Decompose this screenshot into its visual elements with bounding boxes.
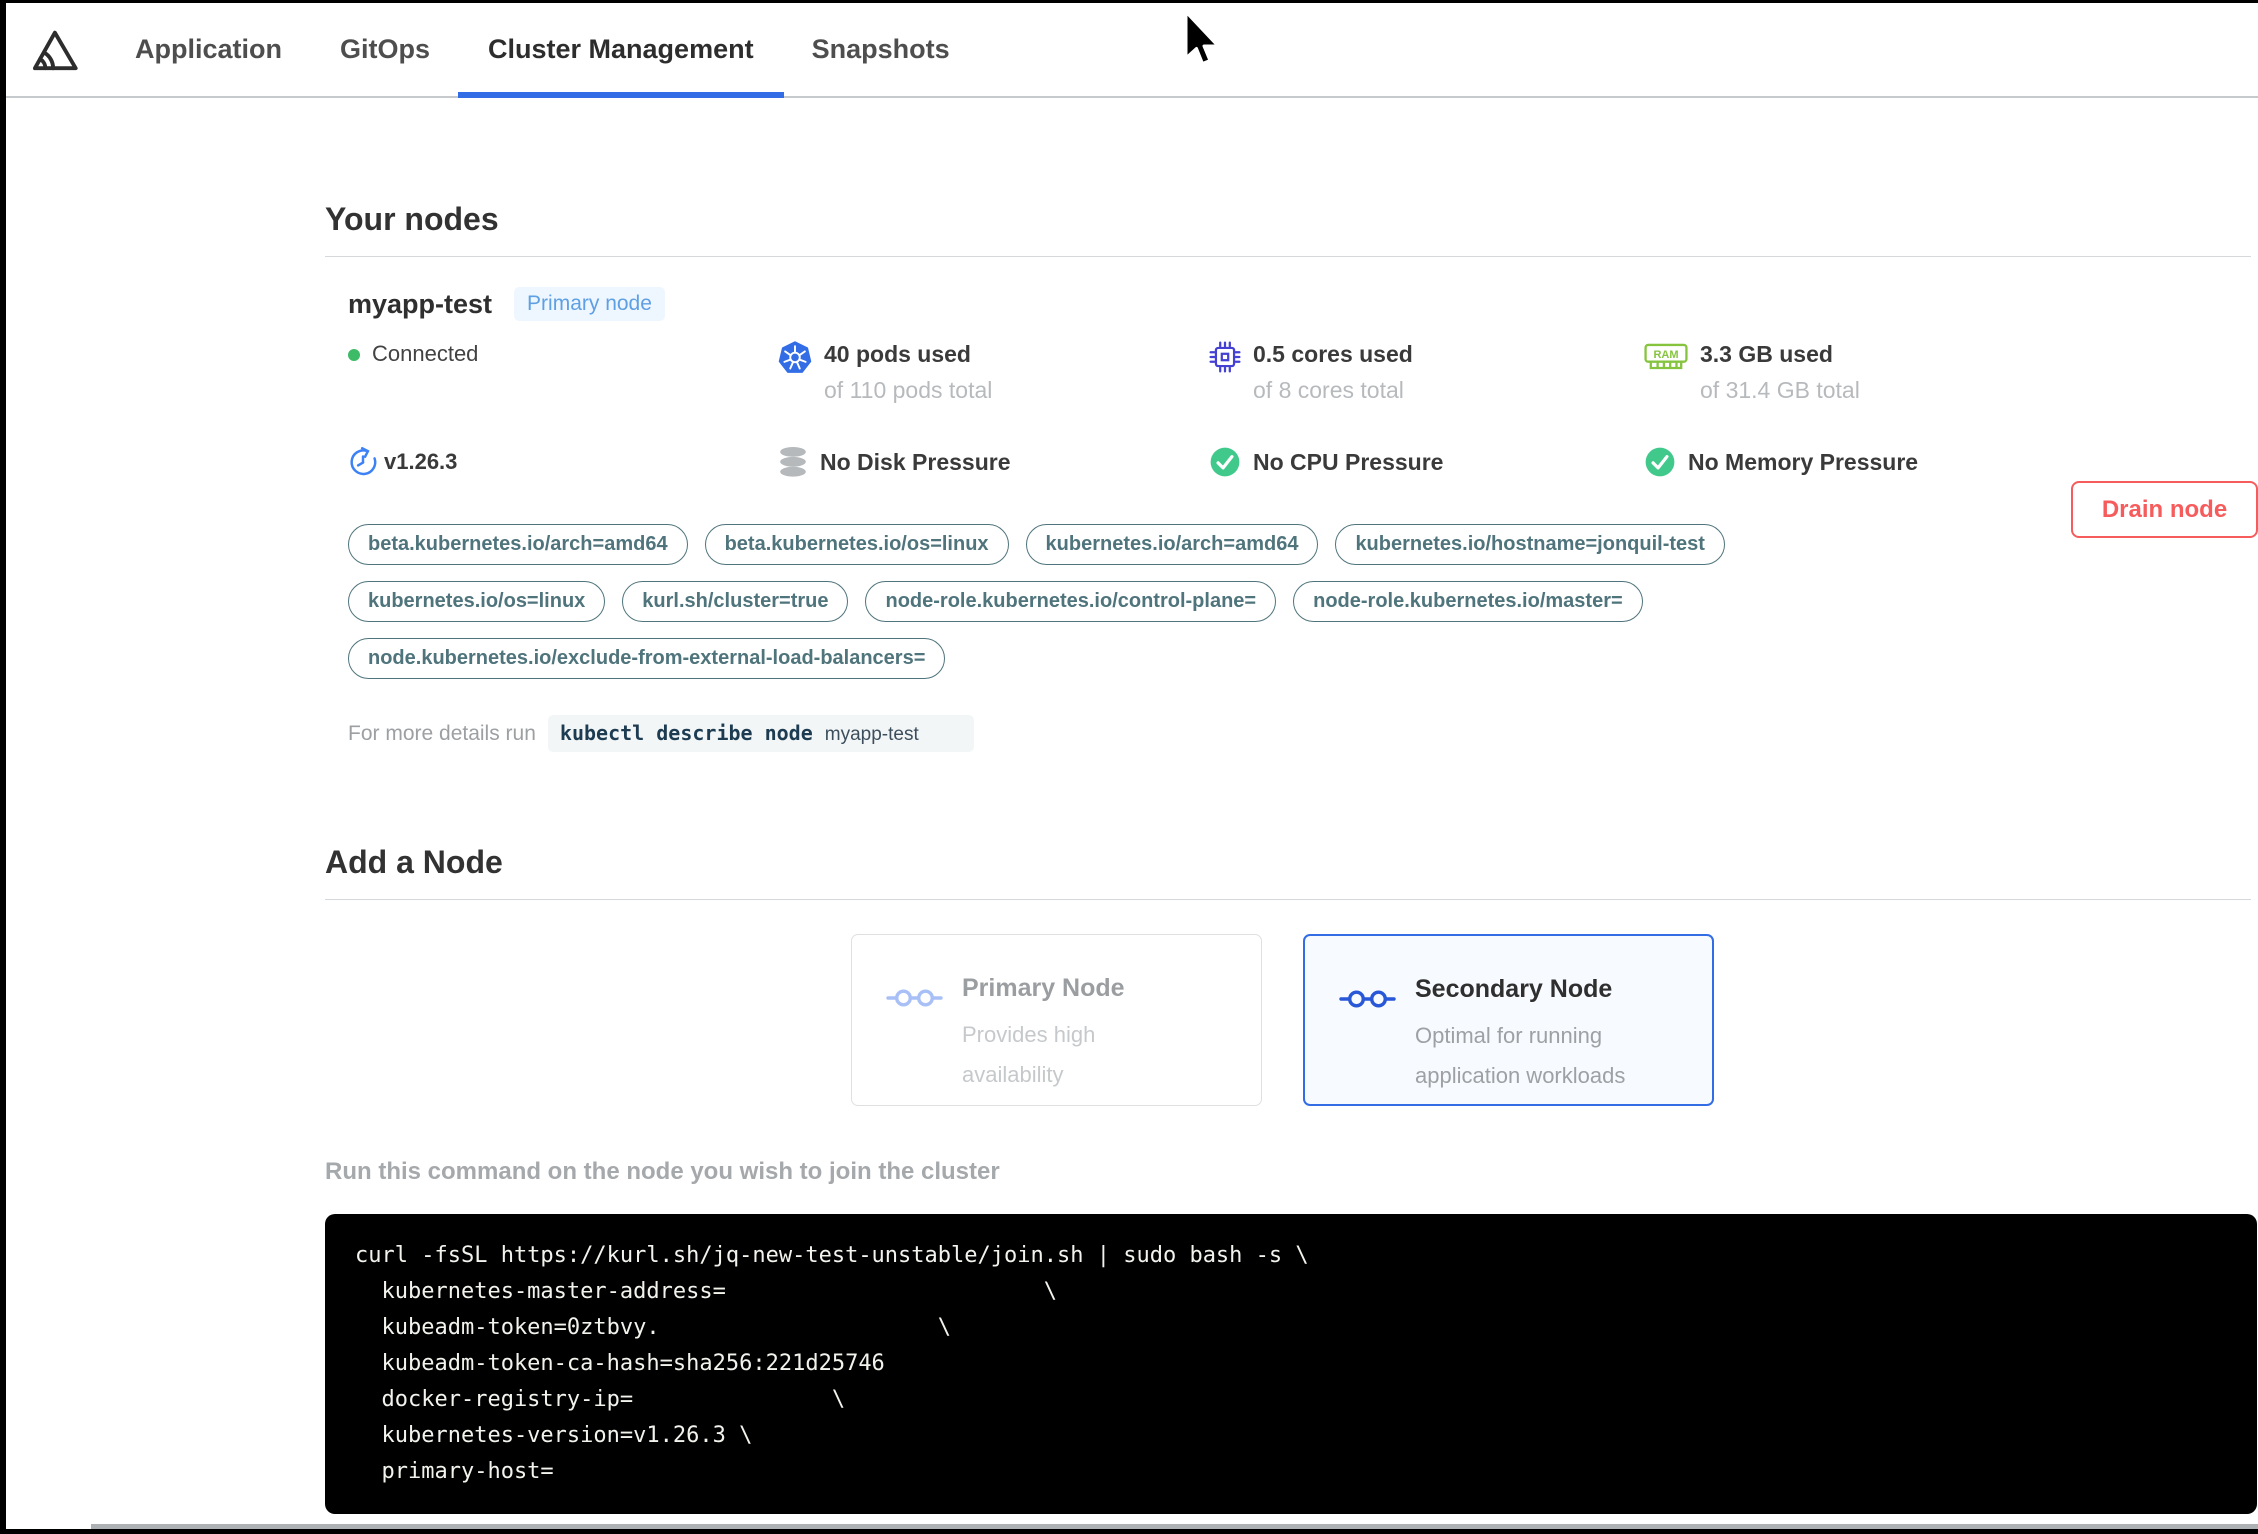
pods-stat: 40 pods used of 110 pods total	[778, 341, 1209, 404]
status-dot-icon	[348, 349, 360, 361]
tab-gitops[interactable]: GitOps	[340, 3, 430, 96]
ram-stat: RAM 3.3 GB used of 31.4 GB total	[1644, 341, 2251, 404]
node-label-pill: node-role.kubernetes.io/control-plane=	[865, 581, 1277, 622]
cluster-management-page: Application GitOps Cluster Management Sn…	[6, 3, 2258, 1529]
node-version: v1.26.3	[348, 446, 778, 478]
cpu-chip-icon	[1209, 341, 1241, 373]
join-command-terminal[interactable]: curl -fsSL https://kurl.sh/jq-new-test-u…	[325, 1214, 2257, 1514]
disk-pressure: No Disk Pressure	[778, 446, 1209, 478]
section-divider	[325, 899, 2251, 900]
primary-node-card[interactable]: Primary Node Provides high availability	[851, 934, 1262, 1106]
window-edge	[91, 1524, 2258, 1529]
ram-icon: RAM	[1644, 341, 1688, 373]
tab-snapshots[interactable]: Snapshots	[812, 3, 950, 96]
node-name: myapp-test	[348, 288, 493, 319]
node-label-pill: kubernetes.io/os=linux	[348, 581, 606, 622]
details-hint-text: For more details run	[348, 721, 536, 745]
tab-cluster-management[interactable]: Cluster Management	[458, 3, 784, 98]
node-label-pill: beta.kubernetes.io/os=linux	[704, 524, 1009, 565]
kubectl-command-node-name: myapp-test	[824, 724, 919, 745]
node-link-icon	[886, 985, 946, 1105]
node-label-pill: node.kubernetes.io/exclude-from-external…	[348, 638, 946, 679]
kubectl-command-text: kubectl describe node	[559, 721, 813, 745]
cores-used: 0.5 cores used	[1253, 341, 1413, 367]
mouse-cursor	[1184, 10, 1220, 65]
ram-total: of 31.4 GB total	[1700, 377, 1860, 403]
card-description: Provides high availability	[962, 1022, 1096, 1087]
node-type-cards: Primary Node Provides high availability …	[851, 934, 2251, 1106]
card-description: Optimal for running application workload…	[1415, 1023, 1626, 1088]
pods-used: 40 pods used	[824, 341, 971, 367]
primary-node-badge: Primary node	[514, 287, 665, 321]
top-nav: Application GitOps Cluster Management Sn…	[6, 3, 2258, 98]
cores-total: of 8 cores total	[1253, 377, 1404, 403]
card-title: Primary Node	[962, 974, 1125, 1002]
node-label-pill: beta.kubernetes.io/arch=amd64	[348, 524, 688, 565]
join-command-label: Run this command on the node you wish to…	[325, 1158, 1000, 1185]
secondary-node-card[interactable]: Secondary Node Optimal for running appli…	[1303, 934, 1714, 1106]
disk-pressure-text: No Disk Pressure	[820, 448, 1011, 475]
node-label-pill: kubernetes.io/arch=amd64	[1025, 524, 1319, 565]
status-text: Connected	[372, 341, 479, 366]
main-content: Your nodes myapp-test Primary node Conne…	[6, 201, 2258, 1529]
ram-used: 3.3 GB used	[1700, 341, 1833, 367]
node-link-icon	[1339, 986, 1399, 1104]
node-label-pill: kubernetes.io/hostname=jonquil-test	[1335, 524, 1725, 565]
cpu-pressure-text: No CPU Pressure	[1253, 448, 1444, 475]
vendor-logo-icon	[32, 30, 78, 70]
node-labels: beta.kubernetes.io/arch=amd64 beta.kuber…	[348, 524, 1968, 679]
tab-application[interactable]: Application	[135, 3, 282, 96]
check-circle-icon	[1644, 446, 1676, 478]
add-node-title: Add a Node	[325, 844, 503, 880]
pods-total: of 110 pods total	[824, 377, 993, 403]
node-stats: Connected 40 pods used of 110 pods total…	[348, 341, 2251, 478]
cpu-pressure: No CPU Pressure	[1209, 446, 1644, 478]
cpu-stat: 0.5 cores used of 8 cores total	[1209, 341, 1644, 404]
main-tabs: Application GitOps Cluster Management Sn…	[135, 3, 950, 98]
memory-pressure: No Memory Pressure	[1644, 446, 2251, 478]
kubectl-command-chip: kubectl describe node myapp-test	[547, 715, 974, 752]
memory-pressure-text: No Memory Pressure	[1688, 448, 1919, 475]
svg-text:RAM: RAM	[1653, 349, 1678, 361]
version-text: v1.26.3	[384, 449, 458, 474]
node-label-pill: kurl.sh/cluster=true	[622, 581, 849, 622]
node-card: myapp-test Primary node Connected 40 pod…	[348, 287, 2251, 752]
card-title: Secondary Node	[1415, 975, 1613, 1003]
node-status: Connected	[348, 341, 778, 404]
version-update-icon	[348, 447, 378, 477]
node-label-pill: node-role.kubernetes.io/master=	[1293, 581, 1643, 622]
disk-icon	[778, 446, 808, 478]
kubernetes-icon	[778, 341, 812, 375]
check-circle-icon	[1209, 446, 1241, 478]
your-nodes-title: Your nodes	[325, 201, 499, 237]
section-divider	[325, 256, 2251, 257]
drain-node-button[interactable]: Drain node	[2071, 481, 2258, 538]
